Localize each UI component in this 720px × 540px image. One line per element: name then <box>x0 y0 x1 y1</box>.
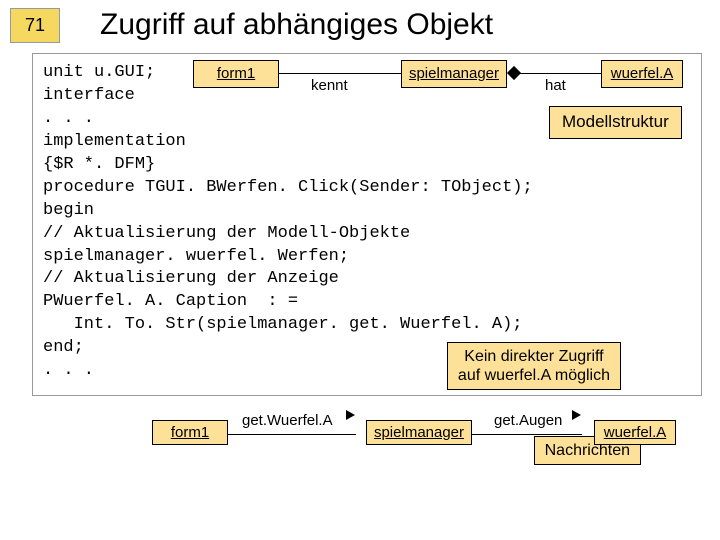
callout-line2: auf wuerfel.A möglich <box>458 367 610 384</box>
msg-line-1 <box>228 434 356 435</box>
code-line: {$R *. DFM} <box>43 154 691 177</box>
assoc-line-kennt <box>279 73 401 74</box>
label-hat: hat <box>545 76 566 96</box>
bottom-diagram: form1 get.Wuerfel.A spielmanager get.Aug… <box>32 410 702 458</box>
msg-line-2 <box>472 434 582 435</box>
slide-number: 71 <box>10 8 60 43</box>
arrow-head-2 <box>572 410 581 420</box>
code-line: spielmanager. wuerfel. Werfen; <box>43 246 691 269</box>
label-modellstruktur: Modellstruktur <box>549 106 682 139</box>
object-form1: form1 <box>193 60 279 88</box>
code-line: procedure TGUI. BWerfen. Click(Sender: T… <box>43 177 691 200</box>
object-form1-b: form1 <box>152 420 228 445</box>
callout-line1: Kein direkter Zugriff <box>464 348 603 365</box>
arrow-head-1 <box>346 410 355 420</box>
content-box: form1 kennt spielmanager hat wuerfel.A M… <box>32 53 702 396</box>
code-line: // Aktualisierung der Modell-Objekte <box>43 223 691 246</box>
object-spielmanager-b: spielmanager <box>366 420 472 445</box>
label-kennt: kennt <box>311 76 348 96</box>
code-line: // Aktualisierung der Anzeige <box>43 268 691 291</box>
code-line: begin <box>43 200 691 223</box>
top-diagram: form1 kennt spielmanager hat wuerfel.A M… <box>193 58 697 134</box>
object-spielmanager: spielmanager <box>401 60 507 88</box>
msg-label-1: get.Wuerfel.A <box>242 412 333 429</box>
slide-title: Zugriff auf abhängiges Objekt <box>100 8 493 42</box>
assoc-line-hat <box>519 73 601 74</box>
callout-kein-zugriff: Kein direkter Zugriff auf wuerfel.A mögl… <box>447 342 621 390</box>
object-wuerfelA: wuerfel.A <box>601 60 683 88</box>
object-wuerfelA-b: wuerfel.A <box>594 420 676 445</box>
msg-label-2: get.Augen <box>494 412 562 429</box>
code-line: Int. To. Str(spielmanager. get. Wuerfel.… <box>43 314 691 337</box>
code-line: PWuerfel. A. Caption : = <box>43 291 691 314</box>
